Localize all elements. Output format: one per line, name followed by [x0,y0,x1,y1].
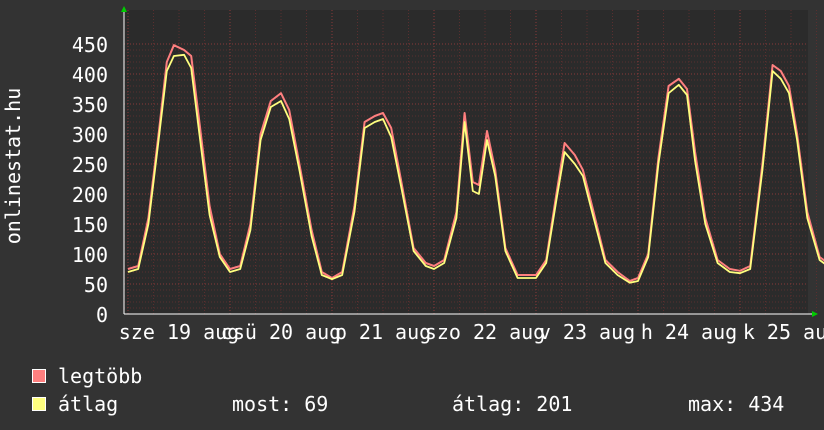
y-axis-arrow [121,6,127,12]
y-tick-label: 400 [72,63,108,87]
x-tick-label: p 21 aug [335,320,431,344]
x-tick-label: k 25 aug [743,320,824,344]
y-tick-label: 450 [72,33,108,57]
x-tick-label: csü 20 aug [221,320,341,344]
y-tick-label: 100 [72,243,108,267]
legend-label-avg: átlag [58,392,119,416]
y-axis-label: onlinestat.hu [1,88,25,245]
y-tick-label: 50 [84,273,108,297]
y-tick-label: 300 [72,123,108,147]
x-tick-label: szo 22 aug [425,320,545,344]
x-axis-arrow [812,311,818,317]
legend-swatch-max [32,369,46,383]
legend-label-max: legtöbb [58,364,143,388]
x-tick-label: v 23 aug [539,320,635,344]
legend-swatch-avg [32,397,46,411]
y-tick-label: 350 [72,93,108,117]
stat-max: max: 434 [688,392,785,416]
legend-item-max: legtöbb [32,364,142,388]
y-tick-label: 200 [72,183,108,207]
legend-item-avg: átlag [32,392,118,416]
y-tick-label: 0 [96,303,108,327]
y-tick-label: 150 [72,213,108,237]
stat-avg: átlag: 201 [452,392,573,416]
y-tick-label: 250 [72,153,108,177]
stat-now: most: 69 [232,392,329,416]
x-tick-label: h 24 aug [641,320,737,344]
